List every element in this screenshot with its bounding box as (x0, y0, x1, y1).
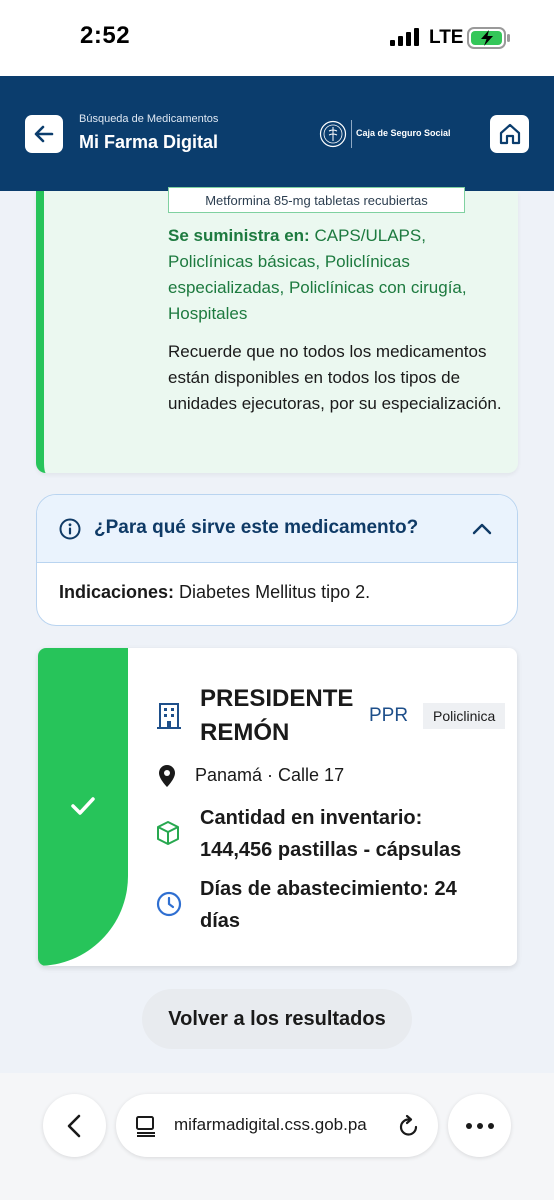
more-dots-icon (465, 1122, 494, 1129)
purpose-accordion: ¿Para qué sirve este medicamento? Indica… (36, 494, 518, 626)
inventory-quantity: Cantidad en inventario: 144,456 pastilla… (200, 807, 462, 861)
map-pin-icon (159, 765, 175, 787)
check-icon (71, 797, 95, 815)
facility-location: Panamá · Calle 17 (195, 765, 345, 785)
purpose-accordion-header[interactable]: ¿Para qué sirve este medicamento? (37, 495, 517, 563)
url-text: mifarmadigital.css.gob.pa (174, 1115, 367, 1134)
chevron-up-icon[interactable] (471, 519, 493, 539)
supply-label: Se suministra en: (168, 226, 310, 245)
css-seal-icon (319, 120, 347, 148)
reload-icon[interactable] (398, 1114, 420, 1138)
status-time: 2:52 (80, 22, 131, 49)
indications-label: Indicaciones: (59, 582, 175, 602)
back-button[interactable] (25, 115, 63, 153)
browser-back-button[interactable] (43, 1094, 106, 1157)
org-name: Caja de Seguro Social (356, 128, 451, 138)
battery-charging-icon (467, 27, 510, 49)
header-subtitle: Búsqueda de Medicamentos (79, 113, 219, 125)
arrow-left-icon (34, 125, 54, 143)
page-icon (136, 1116, 155, 1137)
header-title: Mi Farma Digital (79, 132, 219, 152)
supply-note: Recuerde que no todos los medicamentos e… (168, 342, 502, 413)
facility-type-badge: Policlinica (423, 703, 506, 729)
indications-text: Diabetes Mellitus tipo 2. (179, 582, 371, 602)
browser-toolbar: mifarmadigital.css.gob.pa (0, 1073, 554, 1200)
app-header: Búsqueda de Medicamentos Mi Farma Digita… (0, 76, 554, 191)
network-label: LTE (429, 27, 464, 48)
home-button[interactable] (490, 115, 529, 153)
supply-days: Días de abastecimiento: 24 días (200, 878, 457, 932)
clock-icon (156, 891, 182, 917)
logo-divider (351, 120, 352, 148)
status-bar: 2:52 LTE (0, 0, 554, 76)
signal-icon (390, 28, 419, 46)
more-options-button[interactable] (448, 1094, 511, 1157)
address-bar[interactable]: mifarmadigital.css.gob.pa (116, 1094, 438, 1157)
package-icon (157, 821, 179, 845)
supply-card: Metformina 85-mg tabletas recubiertas Se… (36, 187, 518, 473)
chevron-left-icon (67, 1114, 80, 1137)
facility-name: PRESIDENTE REMÓN (200, 685, 354, 746)
supply-locations: Se suministra en: CAPS/ULAPS, Policlínic… (168, 223, 468, 327)
home-icon (499, 123, 520, 145)
facility-code: PPR (369, 705, 409, 726)
purpose-title: ¿Para qué sirve este medicamento? (94, 517, 419, 538)
facility-card[interactable]: PRESIDENTE REMÓN PPR Policlinica Panamá … (38, 648, 517, 966)
info-icon (59, 518, 81, 540)
product-tag: Metformina 85-mg tabletas recubiertas (168, 187, 465, 213)
building-icon (157, 703, 181, 729)
back-to-results-button[interactable]: Volver a los resultados (142, 989, 412, 1049)
purpose-body: Indicaciones: Diabetes Mellitus tipo 2. (59, 582, 370, 603)
